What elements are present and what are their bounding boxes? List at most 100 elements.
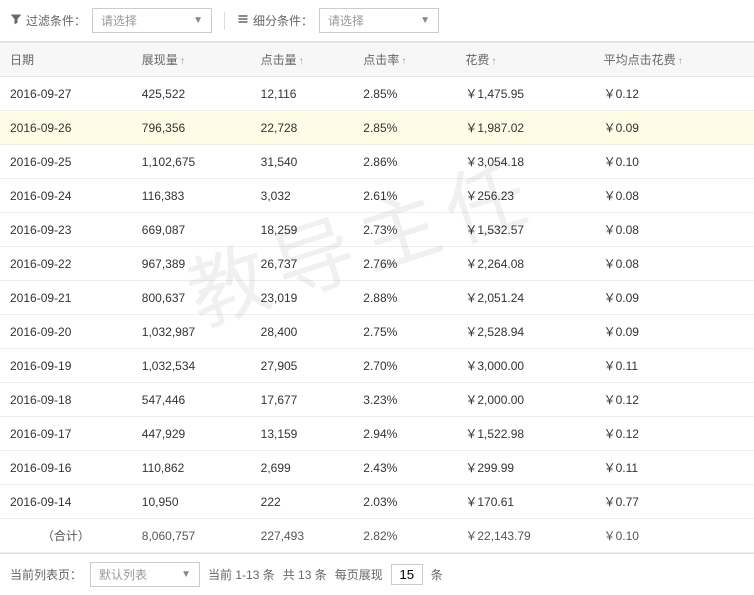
cell-clicks: 22,728 [251,111,354,145]
cell-ctr: 2.86% [353,145,455,179]
detail-label: 细分条件： [237,12,313,29]
table-row[interactable]: 2016-09-26796,35622,7282.85%￥1,987.02￥0.… [0,111,754,145]
cell-date: 2016-09-27 [0,77,132,111]
cell-cost: ￥3,054.18 [455,145,593,179]
total-cell-ctr: 2.82% [353,519,455,553]
cell-impr: 669,087 [132,213,251,247]
col-date[interactable]: 日期 [0,43,132,77]
total-cell-label: （合计） [0,519,132,553]
cell-impr: 796,356 [132,111,251,145]
cell-impr: 1,102,675 [132,145,251,179]
col-impressions[interactable]: 展现量↑ [132,43,251,77]
cell-date: 2016-09-23 [0,213,132,247]
total-row: （合计）8,060,757227,4932.82%￥22,143.79￥0.10 [0,519,754,553]
filter-icon [10,13,22,28]
table-row[interactable]: 2016-09-191,032,53427,9052.70%￥3,000.00￥… [0,349,754,383]
cell-ctr: 2.76% [353,247,455,281]
cell-clicks: 3,032 [251,179,354,213]
cell-cost: ￥2,000.00 [455,383,593,417]
cell-date: 2016-09-16 [0,451,132,485]
cell-cpc: ￥0.10 [594,145,754,179]
cell-cost: ￥256.23 [455,179,593,213]
list-icon [237,13,249,28]
chevron-down-icon: ▼ [181,569,191,580]
cell-ctr: 2.75% [353,315,455,349]
cell-ctr: 2.03% [353,485,455,519]
cell-clicks: 18,259 [251,213,354,247]
cell-ctr: 2.70% [353,349,455,383]
cell-date: 2016-09-26 [0,111,132,145]
total-cell-impr: 8,060,757 [132,519,251,553]
cell-cost: ￥299.99 [455,451,593,485]
table-row[interactable]: 2016-09-27425,52212,1162.85%￥1,475.95￥0.… [0,77,754,111]
cell-cpc: ￥0.11 [594,451,754,485]
filter-label: 过滤条件： [10,12,86,29]
table-row[interactable]: 2016-09-17447,92913,1592.94%￥1,522.98￥0.… [0,417,754,451]
table-row[interactable]: 2016-09-201,032,98728,4002.75%￥2,528.94￥… [0,315,754,349]
cell-date: 2016-09-14 [0,485,132,519]
cell-impr: 800,637 [132,281,251,315]
cell-impr: 447,929 [132,417,251,451]
cell-cost: ￥1,532.57 [455,213,593,247]
cell-date: 2016-09-18 [0,383,132,417]
cell-impr: 116,383 [132,179,251,213]
cell-date: 2016-09-22 [0,247,132,281]
perpage-input[interactable] [391,564,423,585]
table-row[interactable]: 2016-09-21800,63723,0192.88%￥2,051.24￥0.… [0,281,754,315]
col-cost[interactable]: 花费↑ [455,43,593,77]
col-cpc[interactable]: 平均点击花费↑ [594,43,754,77]
range-text: 当前 1-13 条 [208,566,275,583]
cell-cpc: ￥0.09 [594,281,754,315]
table-row[interactable]: 2016-09-22967,38926,7372.76%￥2,264.08￥0.… [0,247,754,281]
cell-date: 2016-09-20 [0,315,132,349]
cell-clicks: 13,159 [251,417,354,451]
table-row[interactable]: 2016-09-251,102,67531,5402.86%￥3,054.18￥… [0,145,754,179]
detail-dropdown-text: 请选择 [328,12,364,29]
cell-cpc: ￥0.08 [594,179,754,213]
header-row: 日期 展现量↑ 点击量↑ 点击率↑ 花费↑ 平均点击花费↑ [0,43,754,77]
cell-clicks: 28,400 [251,315,354,349]
cell-impr: 10,950 [132,485,251,519]
cell-ctr: 2.94% [353,417,455,451]
table-row[interactable]: 2016-09-1410,9502222.03%￥170.61￥0.77 [0,485,754,519]
detail-dropdown[interactable]: 请选择 ▼ [319,8,439,33]
cell-cost: ￥3,000.00 [455,349,593,383]
cell-clicks: 31,540 [251,145,354,179]
total-cell-cpc: ￥0.10 [594,519,754,553]
cell-cpc: ￥0.12 [594,77,754,111]
cell-cost: ￥1,987.02 [455,111,593,145]
filter-dropdown[interactable]: 请选择 ▼ [92,8,212,33]
cell-clicks: 17,677 [251,383,354,417]
sort-icon: ↑ [491,56,496,67]
table-row[interactable]: 2016-09-16110,8622,6992.43%￥299.99￥0.11 [0,451,754,485]
toolbar: 过滤条件： 请选择 ▼ 细分条件： 请选择 ▼ [0,0,754,42]
chevron-down-icon: ▼ [420,15,430,26]
table-row[interactable]: 2016-09-23669,08718,2592.73%￥1,532.57￥0.… [0,213,754,247]
cell-ctr: 3.23% [353,383,455,417]
cell-ctr: 2.61% [353,179,455,213]
cell-impr: 967,389 [132,247,251,281]
cell-clicks: 222 [251,485,354,519]
list-dropdown[interactable]: 默认列表 ▼ [90,562,200,587]
filter-text: 过滤条件： [26,12,86,29]
cell-cost: ￥2,051.24 [455,281,593,315]
cell-cost: ￥2,264.08 [455,247,593,281]
col-ctr[interactable]: 点击率↑ [353,43,455,77]
filter-dropdown-text: 请选择 [101,12,137,29]
cell-cpc: ￥0.08 [594,247,754,281]
total-text: 共 13 条 [283,566,327,583]
cell-clicks: 26,737 [251,247,354,281]
table-row[interactable]: 2016-09-24116,3833,0322.61%￥256.23￥0.08 [0,179,754,213]
sort-icon: ↑ [180,56,185,67]
col-clicks[interactable]: 点击量↑ [251,43,354,77]
cell-impr: 110,862 [132,451,251,485]
detail-text: 细分条件： [253,12,313,29]
divider [224,12,225,30]
data-table: 日期 展现量↑ 点击量↑ 点击率↑ 花费↑ 平均点击花费↑ 2016-09-27… [0,42,754,553]
cell-impr: 425,522 [132,77,251,111]
cell-date: 2016-09-17 [0,417,132,451]
cell-impr: 1,032,987 [132,315,251,349]
cell-clicks: 12,116 [251,77,354,111]
table-row[interactable]: 2016-09-18547,44617,6773.23%￥2,000.00￥0.… [0,383,754,417]
cell-date: 2016-09-21 [0,281,132,315]
